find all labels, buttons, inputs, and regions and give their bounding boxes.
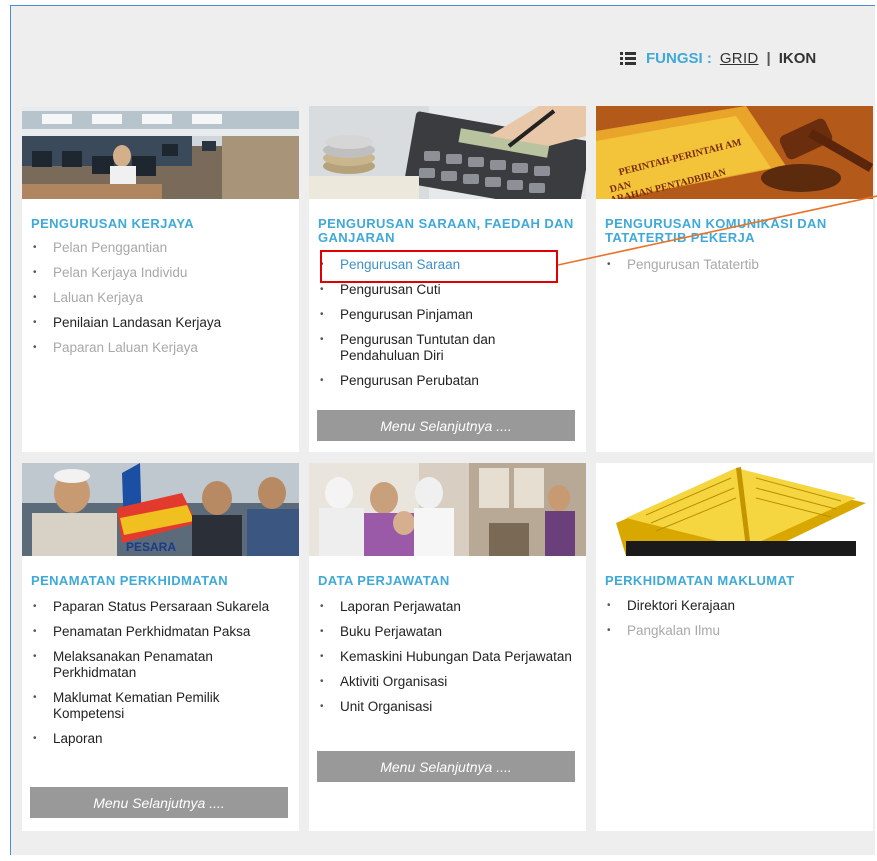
card-list: Paparan Status Persaraan Sukarela Penama…	[22, 599, 287, 756]
card-list: Direktori Kerajaan Pangkalan Ilmu	[596, 598, 861, 648]
toolbar-separator: |	[766, 49, 771, 67]
retirees-photo: PESARA	[22, 463, 299, 556]
list-item-kemaskini-hubungan-data[interactable]: Kemaskini Hubungan Data Perjawatan	[309, 649, 574, 665]
list-item-laporan-perjawatan[interactable]: Laporan Perjawatan	[309, 599, 574, 615]
card-pengurusan-kerjaya: PENGURUSAN KERJAYA Pelan Penggantian Pel…	[22, 106, 299, 452]
list-item-pengurusan-tuntutan[interactable]: Pengurusan Tuntutan dan Pendahuluan Diri	[309, 332, 574, 364]
list-item-laluan-kerjaya[interactable]: Laluan Kerjaya	[22, 290, 287, 306]
card-title: PENAMATAN PERKHIDMATAN	[31, 573, 229, 588]
fungsi-label: FUNGSI :	[646, 49, 712, 67]
menu-selanjutnya-button[interactable]: Menu Selanjutnya ....	[30, 787, 288, 818]
card-penamatan-perkhidmatan: PESARA PENAMATAN PERKHIDMATAN Paparan St…	[22, 463, 299, 831]
family-photo	[309, 463, 586, 556]
list-item-maklumat-kematian[interactable]: Maklumat Kematian Pemilik Kompetensi	[22, 690, 287, 722]
list-item-aktiviti-organisasi[interactable]: Aktiviti Organisasi	[309, 674, 574, 690]
list-item-pelan-kerjaya-individu[interactable]: Pelan Kerjaya Individu	[22, 265, 287, 281]
list-item-paparan-laluan-kerjaya[interactable]: Paparan Laluan Kerjaya	[22, 340, 287, 356]
card-title: PENGURUSAN KOMUNIKASI DAN TATATERTIB PEK…	[605, 216, 827, 245]
card-title: PENGURUSAN KERJAYA	[31, 216, 195, 231]
list-item-laporan[interactable]: Laporan	[22, 731, 287, 747]
gavel-photo: PERINTAH-PERINTAH AM DAN ARAHAN PENTADBI…	[596, 106, 873, 199]
list-item-pengurusan-perubatan[interactable]: Pengurusan Perubatan	[309, 373, 574, 389]
calculator-photo	[309, 106, 586, 199]
list-view-icon[interactable]	[620, 51, 636, 65]
directory-book-photo	[596, 463, 873, 556]
list-item-pangkalan-ilmu[interactable]: Pangkalan Ilmu	[596, 623, 861, 639]
list-item-pelan-penggantian[interactable]: Pelan Penggantian	[22, 240, 287, 256]
list-item-unit-organisasi[interactable]: Unit Organisasi	[309, 699, 574, 715]
grid-view-link[interactable]: GRID	[720, 50, 759, 67]
list-item-penamatan-paksa[interactable]: Penamatan Perkhidmatan Paksa	[22, 624, 287, 640]
card-pengurusan-saraan: PENGURUSAN SARAAN, FAEDAH DAN GANJARAN P…	[309, 106, 586, 452]
list-item-direktori-kerajaan[interactable]: Direktori Kerajaan	[596, 598, 861, 614]
list-item-pengurusan-saraan[interactable]: Pengurusan Saraan	[309, 257, 574, 273]
office-photo	[22, 106, 299, 199]
menu-selanjutnya-button[interactable]: Menu Selanjutnya ....	[317, 751, 575, 782]
menu-selanjutnya-button[interactable]: Menu Selanjutnya ....	[317, 410, 575, 441]
card-list: Laporan Perjawatan Buku Perjawatan Kemas…	[309, 599, 574, 724]
icon-view-link[interactable]: IKON	[779, 50, 817, 67]
pesara-logo-text: PESARA	[126, 540, 176, 554]
card-perkhidmatan-maklumat: PERKHIDMATAN MAKLUMAT Direktori Kerajaan…	[596, 463, 873, 831]
list-item-melaksanakan-penamatan[interactable]: Melaksanakan Penamatan Perkhidmatan	[22, 649, 287, 681]
card-title: DATA PERJAWATAN	[318, 573, 450, 588]
card-list: Pengurusan Saraan Pengurusan Cuti Pengur…	[309, 257, 574, 398]
list-item-pengurusan-pinjaman[interactable]: Pengurusan Pinjaman	[309, 307, 574, 323]
view-toolbar: FUNGSI : GRID | IKON	[620, 48, 816, 68]
card-title: PERKHIDMATAN MAKLUMAT	[605, 573, 795, 588]
card-list: Pelan Penggantian Pelan Kerjaya Individu…	[22, 240, 287, 365]
list-item-penilaian-landasan-kerjaya[interactable]: Penilaian Landasan Kerjaya	[22, 315, 287, 331]
list-item-pengurusan-cuti[interactable]: Pengurusan Cuti	[309, 282, 574, 298]
card-pengurusan-komunikasi: PERINTAH-PERINTAH AM DAN ARAHAN PENTADBI…	[596, 106, 873, 452]
card-data-perjawatan: DATA PERJAWATAN Laporan Perjawatan Buku …	[309, 463, 586, 831]
card-list: Pengurusan Tatatertib	[596, 257, 861, 282]
list-item-paparan-status-persaraan[interactable]: Paparan Status Persaraan Sukarela	[22, 599, 287, 615]
card-title: PENGURUSAN SARAAN, FAEDAH DAN GANJARAN	[318, 216, 574, 245]
list-item-pengurusan-tatatertib[interactable]: Pengurusan Tatatertib	[596, 257, 861, 273]
list-item-buku-perjawatan[interactable]: Buku Perjawatan	[309, 624, 574, 640]
